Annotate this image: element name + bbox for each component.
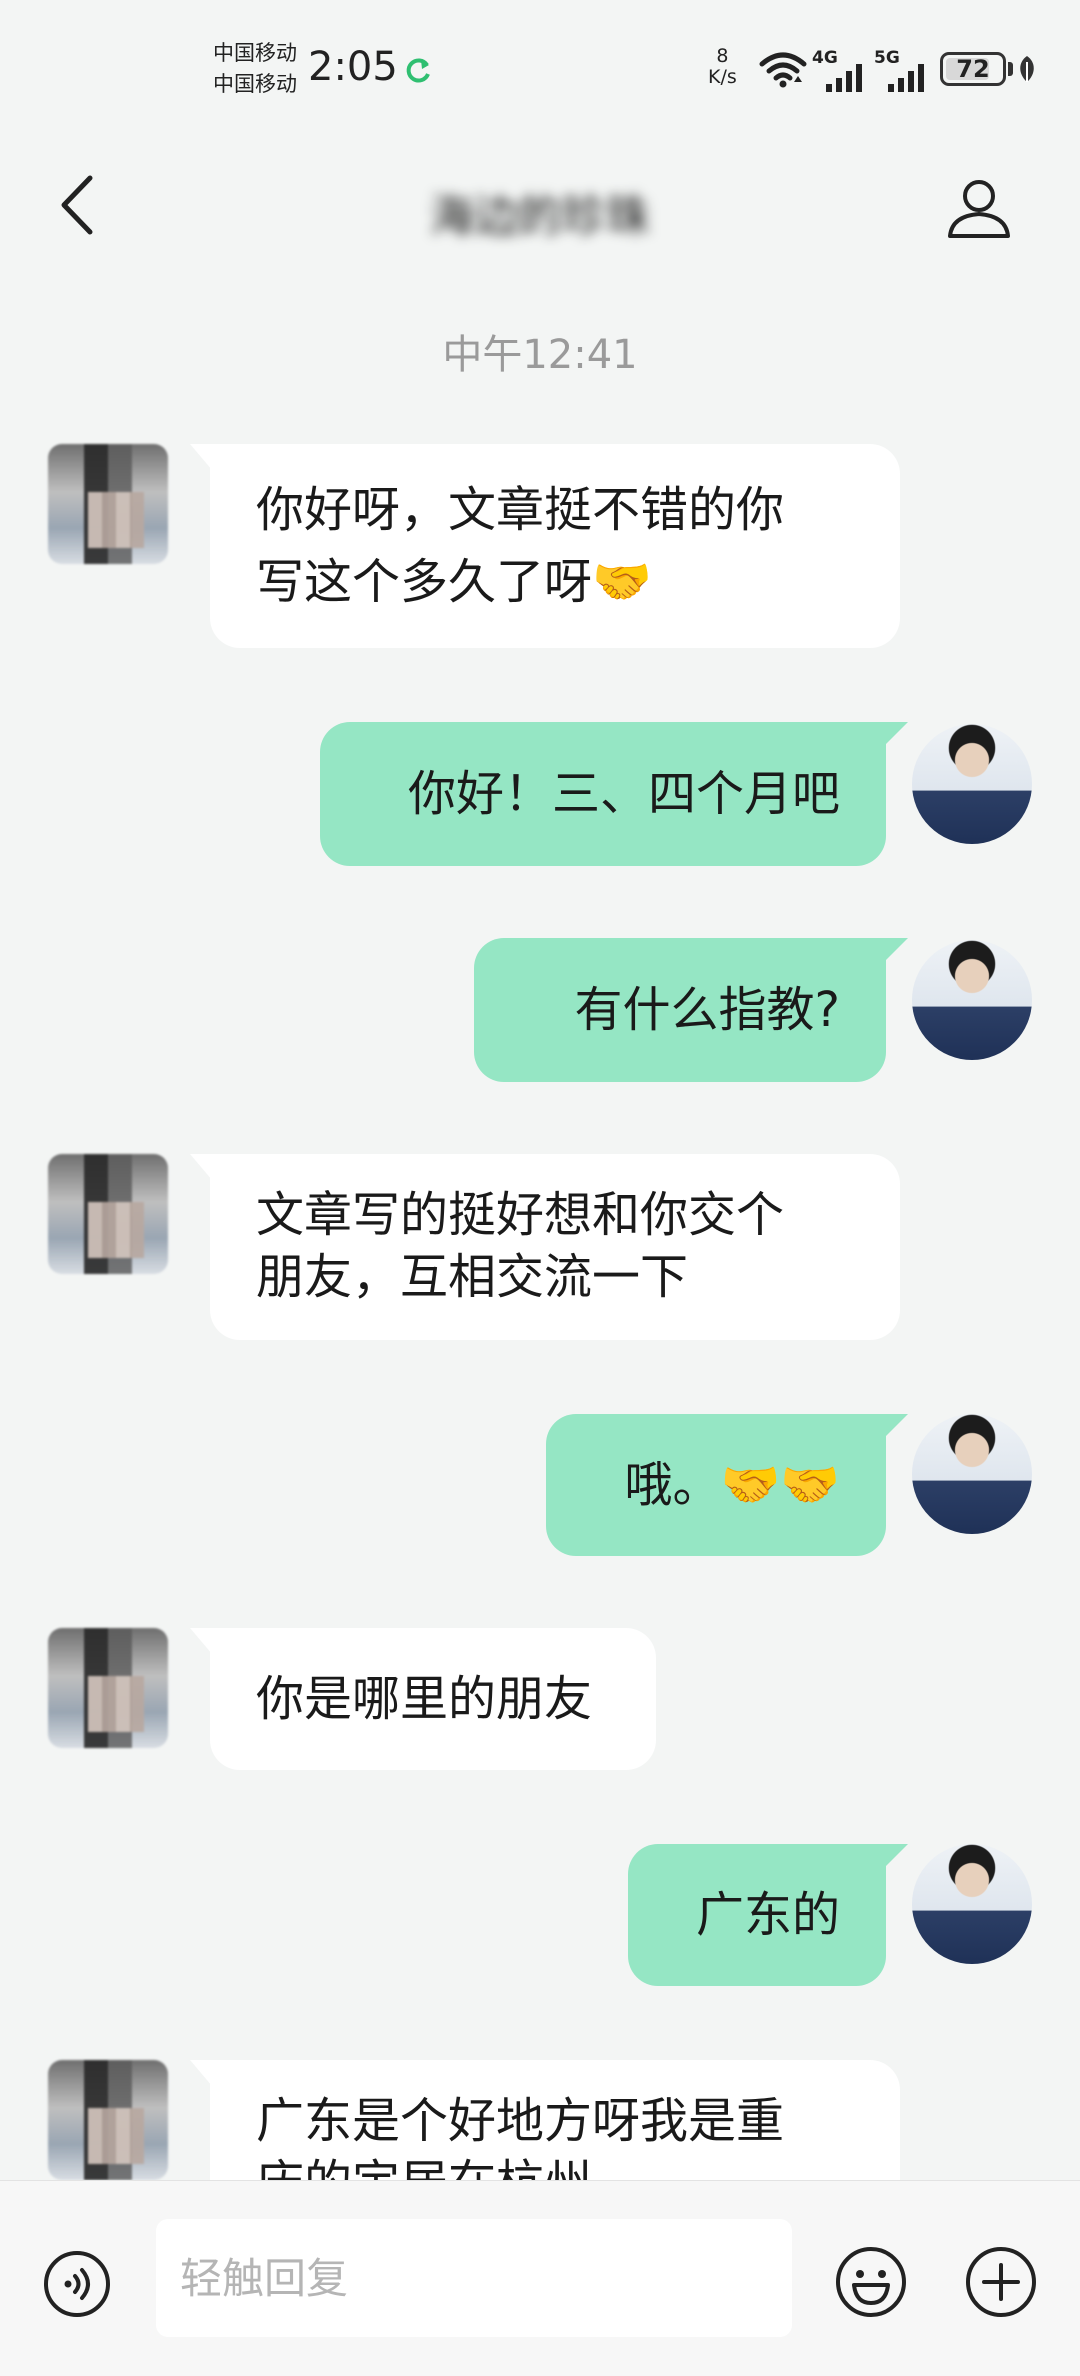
message-bubble-outgoing[interactable]: 哦。🤝🤝 [546,1414,908,1556]
profile-icon[interactable] [946,174,1012,240]
chat-screen: 中国移动 中国移动 2:05 8 K/s 4G 5G 72 海边的珍珠 中午12… [0,0,1080,2376]
voice-input-icon[interactable] [42,2249,112,2319]
contact-avatar[interactable] [48,444,168,564]
message-bubble-incoming[interactable]: 你是哪里的朋友 [190,1628,656,1770]
input-bar [0,2180,1080,2376]
message-bubble-outgoing[interactable]: 广东的 [628,1844,908,1986]
contact-avatar[interactable] [48,1154,168,1274]
carrier-2: 中国移动 [213,72,297,96]
message-line: 广东的 [695,1887,840,1943]
net-speed-unit: K/s [708,66,737,88]
status-bar: 中国移动 中国移动 2:05 8 K/s 4G 5G 72 [0,0,1080,130]
cellular-signal-4g-icon: 4G [812,48,872,92]
carrier-1: 中国移动 [213,41,297,65]
message-line: 朋友，互相交流一下 [256,1249,689,1305]
self-avatar[interactable] [912,1414,1032,1534]
status-time: 2:05 [308,44,398,90]
message-bubble-outgoing[interactable]: 有什么指教? [474,938,908,1082]
message-line: 你是哪里的朋友 [256,1671,593,1727]
chat-title: 海边的珍珠 [430,191,650,242]
wifi-icon [759,52,807,88]
carrier-info: 中国移动 中国移动 [213,38,297,100]
battery-icon: 72 [940,52,1006,86]
message-bubble-incoming[interactable]: 你好呀，文章挺不错的你 写这个多久了呀🤝 [190,444,900,648]
leaf-icon [1020,56,1034,82]
chat-timestamp: 中午12:41 [442,332,638,378]
message-line: 哦。🤝🤝 [624,1457,840,1513]
message-bubble-incoming[interactable]: 文章写的挺好想和你交个 朋友，互相交流一下 [190,1154,900,1340]
net-speed: 8 K/s [708,46,737,88]
self-avatar[interactable] [912,940,1032,1060]
signal-bars-icon [888,64,924,92]
self-avatar[interactable] [912,1844,1032,1964]
chat-header: 海边的珍珠 [0,130,1080,280]
battery-level: 72 [956,55,990,83]
net-speed-value: 8 [716,45,729,67]
message-line: 写这个多久了呀🤝 [256,554,652,610]
message-line: 有什么指教? [574,982,840,1038]
battery-cap [1008,62,1013,76]
emoji-icon[interactable] [834,2245,908,2319]
contact-avatar[interactable] [48,2060,168,2180]
message-line: 文章写的挺好想和你交个 [256,1187,785,1243]
reply-input[interactable] [156,2219,792,2337]
cellular-signal-5g-icon: 5G [874,48,934,92]
message-bubble-outgoing[interactable]: 你好！三、四个月吧 [320,722,908,866]
back-button[interactable] [50,170,106,240]
sync-icon [406,58,430,83]
self-avatar[interactable] [912,724,1032,844]
message-line: 广东是个好地方呀我是重 [256,2093,785,2149]
signal-bars-icon [826,64,862,92]
message-line: 你好！三、四个月吧 [407,766,840,822]
add-attachment-icon[interactable] [964,2245,1038,2319]
message-line: 你好呀，文章挺不错的你 [256,482,785,538]
contact-avatar[interactable] [48,1628,168,1748]
